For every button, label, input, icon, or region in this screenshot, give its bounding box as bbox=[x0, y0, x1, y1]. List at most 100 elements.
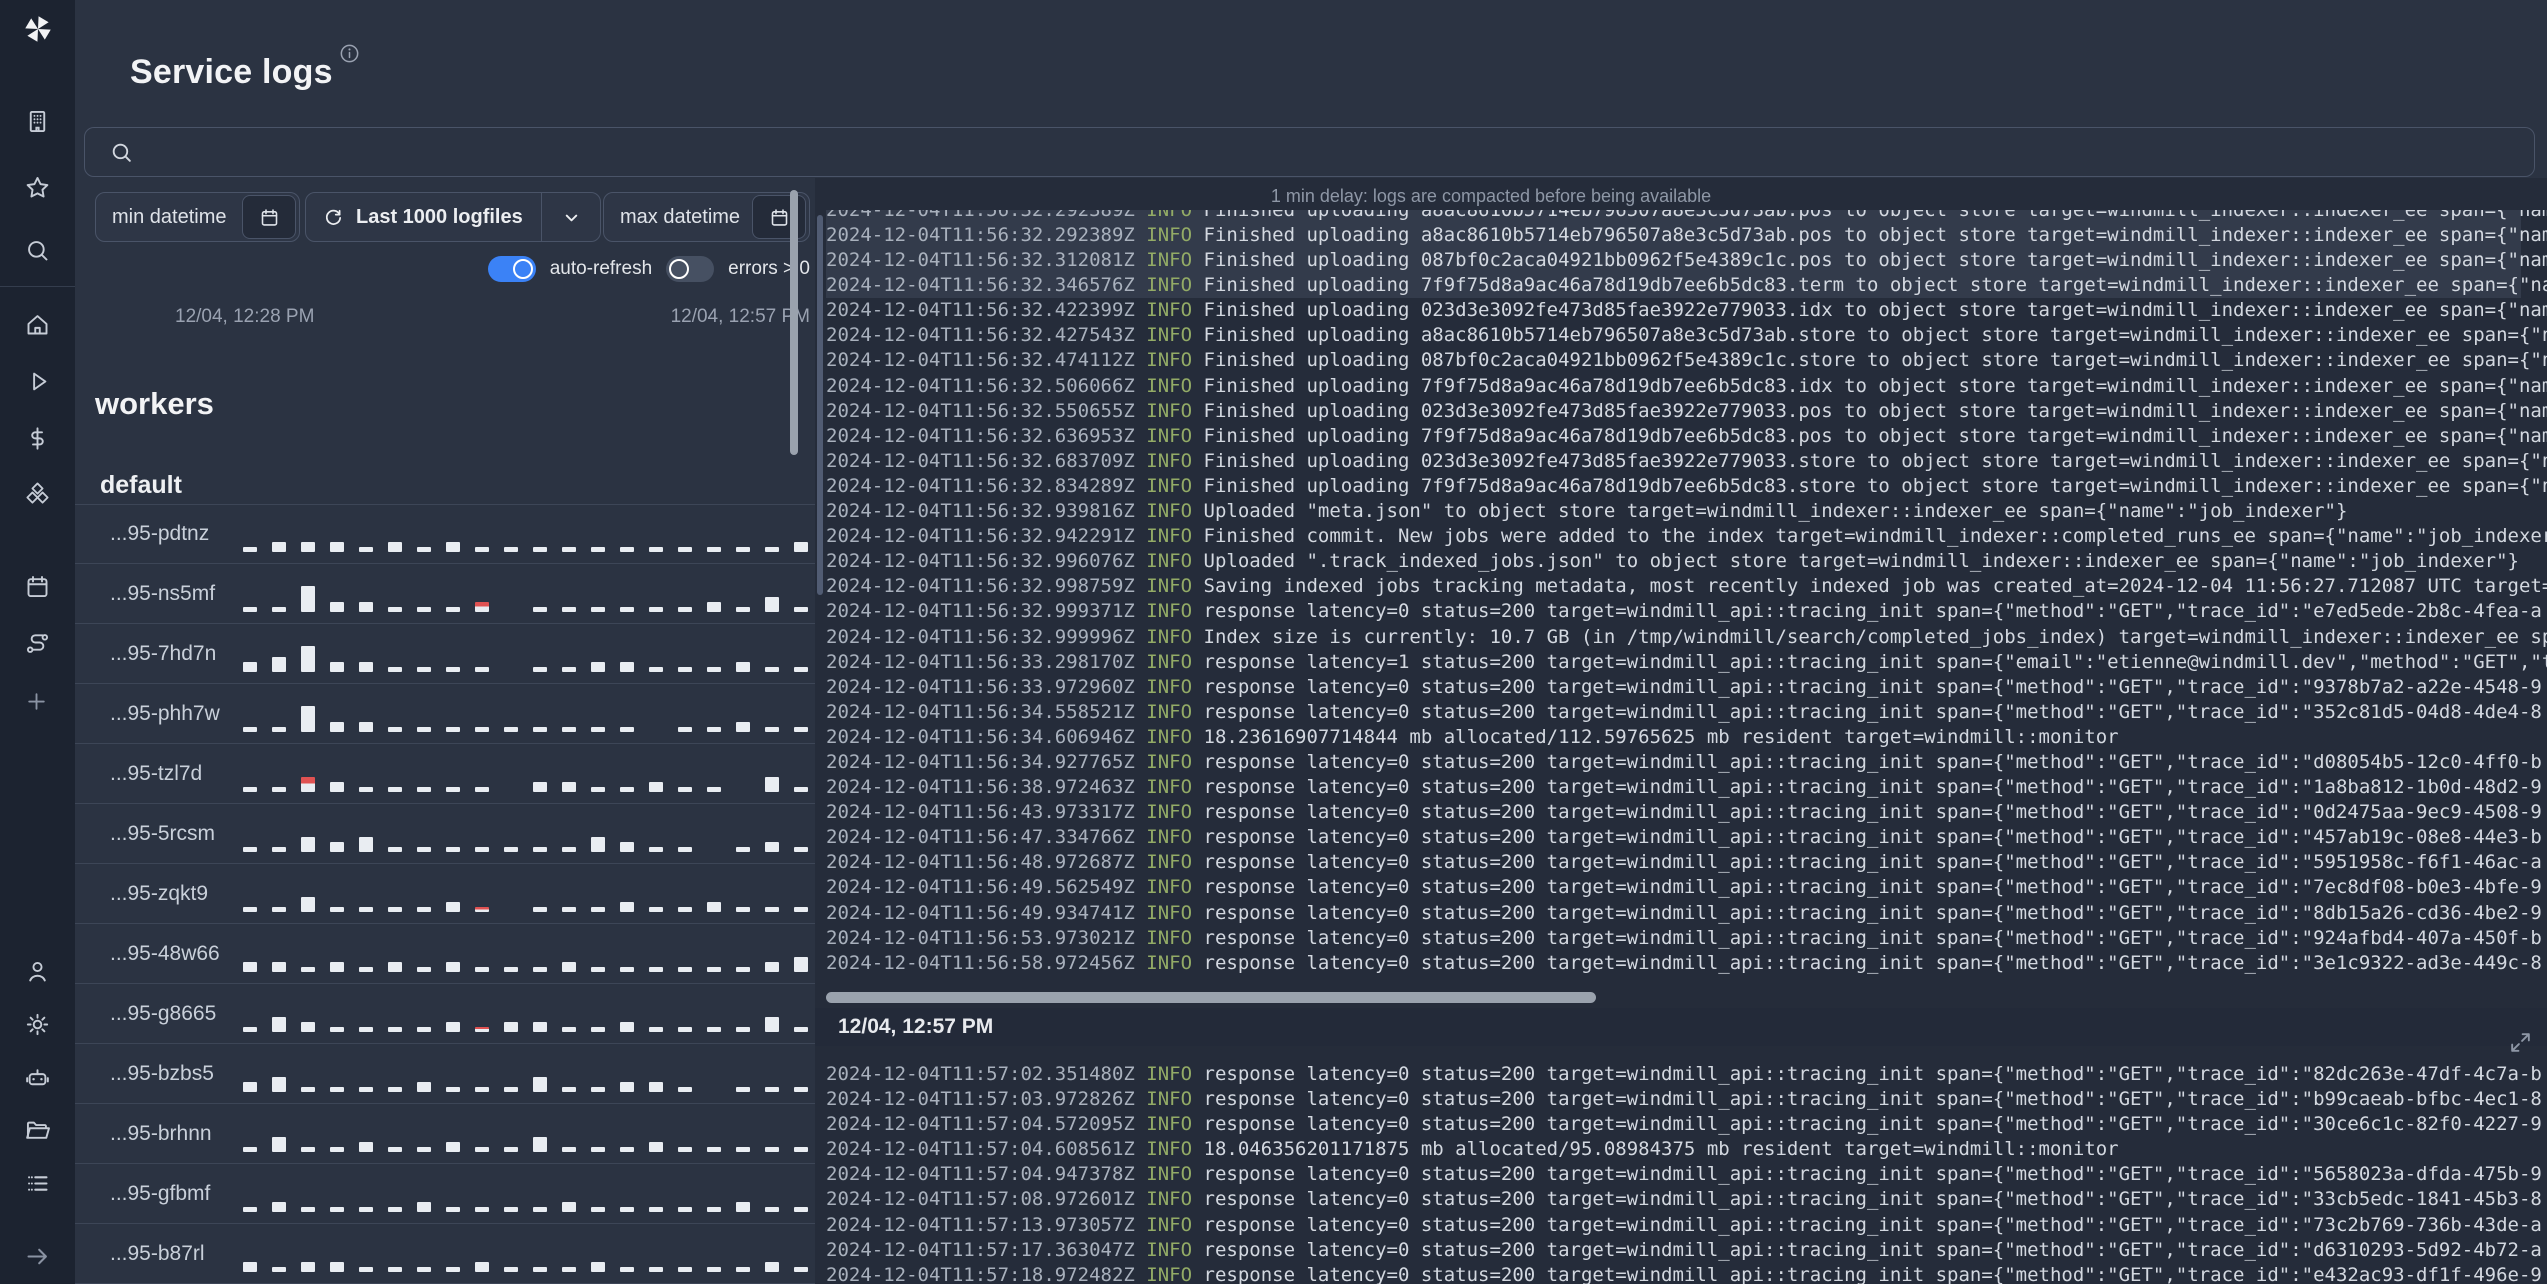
worker-row[interactable]: ...95-pdtnz bbox=[75, 504, 815, 564]
worker-row[interactable]: ...95-brhnn bbox=[75, 1104, 815, 1164]
worker-row[interactable]: ...95-bzbs5 bbox=[75, 1044, 815, 1104]
sparkline-bar bbox=[562, 547, 576, 552]
sparkline-bar bbox=[794, 787, 808, 792]
worker-row[interactable]: ...95-phh7w bbox=[75, 684, 815, 744]
auto-refresh-toggle[interactable] bbox=[487, 256, 536, 282]
sparkline-bar bbox=[765, 727, 779, 732]
sparkline-bar bbox=[330, 1147, 344, 1152]
workspaces-buildings-icon[interactable] bbox=[24, 108, 51, 135]
runs-play-icon[interactable] bbox=[24, 368, 51, 395]
sparkline-bar bbox=[417, 1082, 431, 1092]
user-icon[interactable] bbox=[24, 958, 51, 985]
sparkline-bar bbox=[243, 547, 257, 552]
folders-icon[interactable] bbox=[24, 1117, 51, 1144]
sparkline-bar bbox=[649, 1082, 663, 1092]
log-line: 2024-12-04T11:56:32.999371Z INFO respons… bbox=[826, 600, 2542, 623]
collapse-arrow-icon[interactable] bbox=[24, 1243, 51, 1270]
search-input[interactable] bbox=[148, 139, 2534, 165]
expand-icon[interactable] bbox=[2508, 1030, 2533, 1060]
sparkline-bar bbox=[736, 662, 750, 672]
sparkline-bar bbox=[678, 667, 692, 672]
sparkline-bar bbox=[649, 1027, 663, 1032]
worker-row[interactable]: ...95-tzl7d bbox=[75, 744, 815, 804]
sparkline-gap bbox=[504, 791, 518, 792]
worker-row[interactable]: ...95-g8665 bbox=[75, 984, 815, 1044]
sparkline-bar bbox=[243, 907, 257, 912]
sparkline-bar bbox=[446, 1022, 460, 1032]
worker-activity-sparkline bbox=[243, 837, 808, 863]
min-datetime-input[interactable] bbox=[96, 204, 242, 230]
sparkline-bar bbox=[359, 1142, 373, 1152]
log-line: 2024-12-04T11:57:08.972601Z INFO respons… bbox=[826, 1188, 2542, 1211]
sparkline-bar bbox=[533, 847, 547, 852]
add-plus-icon[interactable] bbox=[24, 689, 51, 716]
log-line: 2024-12-04T11:57:03.972826Z INFO respons… bbox=[826, 1088, 2542, 1111]
sparkline-bar bbox=[504, 727, 518, 732]
sparkline-bar bbox=[707, 1147, 721, 1152]
sparkline-bar bbox=[736, 967, 750, 972]
logfiles-select-button[interactable]: Last 1000 logfiles bbox=[305, 192, 601, 242]
workers-heading: workers bbox=[95, 385, 214, 421]
worker-row[interactable]: ...95-gfbmf bbox=[75, 1164, 815, 1224]
worker-row[interactable]: ...95-48w66 bbox=[75, 924, 815, 984]
worker-row[interactable]: ...95-ns5mf bbox=[75, 564, 815, 624]
sparkline-bar bbox=[765, 1207, 779, 1212]
sparkline-bar bbox=[591, 1207, 605, 1212]
worker-row[interactable]: ...95-7hd7n bbox=[75, 624, 815, 684]
logs-list-icon[interactable] bbox=[24, 1170, 51, 1197]
info-icon[interactable] bbox=[338, 42, 361, 70]
sparkline-bar bbox=[504, 1207, 518, 1212]
sparkline-bar bbox=[446, 962, 460, 972]
sparkline-bar bbox=[562, 962, 576, 972]
left-panel-scrollbar[interactable] bbox=[790, 190, 798, 455]
sparkline-bar bbox=[707, 1027, 721, 1032]
dollar-icon[interactable] bbox=[24, 425, 51, 452]
home-icon[interactable] bbox=[24, 311, 51, 338]
sparkline-bar bbox=[359, 1207, 373, 1212]
search-icon[interactable] bbox=[24, 237, 51, 264]
sparkline-bar bbox=[562, 667, 576, 672]
sparkline-bar bbox=[446, 847, 460, 852]
log-line: 2024-12-04T11:56:34.927765Z INFO respons… bbox=[826, 750, 2542, 773]
flows-route-icon[interactable] bbox=[24, 630, 51, 657]
log-line: 2024-12-04T11:57:04.947378Z INFO respons… bbox=[826, 1163, 2542, 1186]
log-horizontal-scrollbar[interactable] bbox=[826, 992, 1596, 1003]
favorites-star-icon[interactable] bbox=[24, 174, 51, 201]
sparkline-bar bbox=[736, 607, 750, 612]
sparkline-bar bbox=[736, 1087, 750, 1092]
sparkline-bar bbox=[272, 907, 286, 912]
sparkline-gap bbox=[504, 671, 518, 672]
errors-toggle[interactable] bbox=[666, 256, 715, 282]
worker-row[interactable]: ...95-5rcsm bbox=[75, 804, 815, 864]
log-line: 2024-12-04T11:56:49.562549Z INFO respons… bbox=[826, 876, 2542, 899]
resources-cubes-icon[interactable] bbox=[24, 482, 51, 509]
sparkline-bar bbox=[533, 1022, 547, 1032]
logfiles-dropdown-toggle[interactable] bbox=[541, 193, 600, 241]
worker-row[interactable]: ...95-b87rl bbox=[75, 1224, 815, 1284]
log-line: 2024-12-04T11:56:32.506066Z INFO Finishe… bbox=[826, 374, 2547, 397]
time-range-start: 12/04, 12:28 PM bbox=[175, 306, 315, 327]
settings-gear-icon[interactable] bbox=[24, 1011, 51, 1038]
sparkline-bar bbox=[301, 646, 315, 672]
max-datetime-field bbox=[603, 192, 810, 242]
sparkline-gap bbox=[504, 611, 518, 612]
sparkline-bar bbox=[243, 962, 257, 972]
worker-activity-sparkline bbox=[243, 1077, 808, 1103]
sparkline-bar bbox=[591, 787, 605, 792]
max-datetime-input[interactable] bbox=[604, 204, 752, 230]
min-datetime-calendar-button[interactable] bbox=[242, 195, 296, 239]
workers-robot-icon[interactable] bbox=[24, 1064, 51, 1091]
sparkline-bar bbox=[678, 907, 692, 912]
sparkline-bar bbox=[765, 667, 779, 672]
refresh-icon bbox=[326, 209, 342, 225]
sparkline-bar bbox=[243, 1147, 257, 1152]
worker-name: ...95-phh7w bbox=[110, 701, 220, 725]
sparkline-bar bbox=[330, 662, 344, 672]
log-vertical-scrollbar[interactable] bbox=[817, 215, 823, 595]
schedules-calendar-icon[interactable] bbox=[24, 573, 51, 600]
sparkline-bar bbox=[475, 1027, 489, 1032]
sparkline-bar bbox=[533, 907, 547, 912]
worker-activity-sparkline bbox=[243, 1017, 808, 1043]
worker-row[interactable]: ...95-zqkt9 bbox=[75, 864, 815, 924]
windmill-logo-icon[interactable] bbox=[21, 12, 55, 46]
